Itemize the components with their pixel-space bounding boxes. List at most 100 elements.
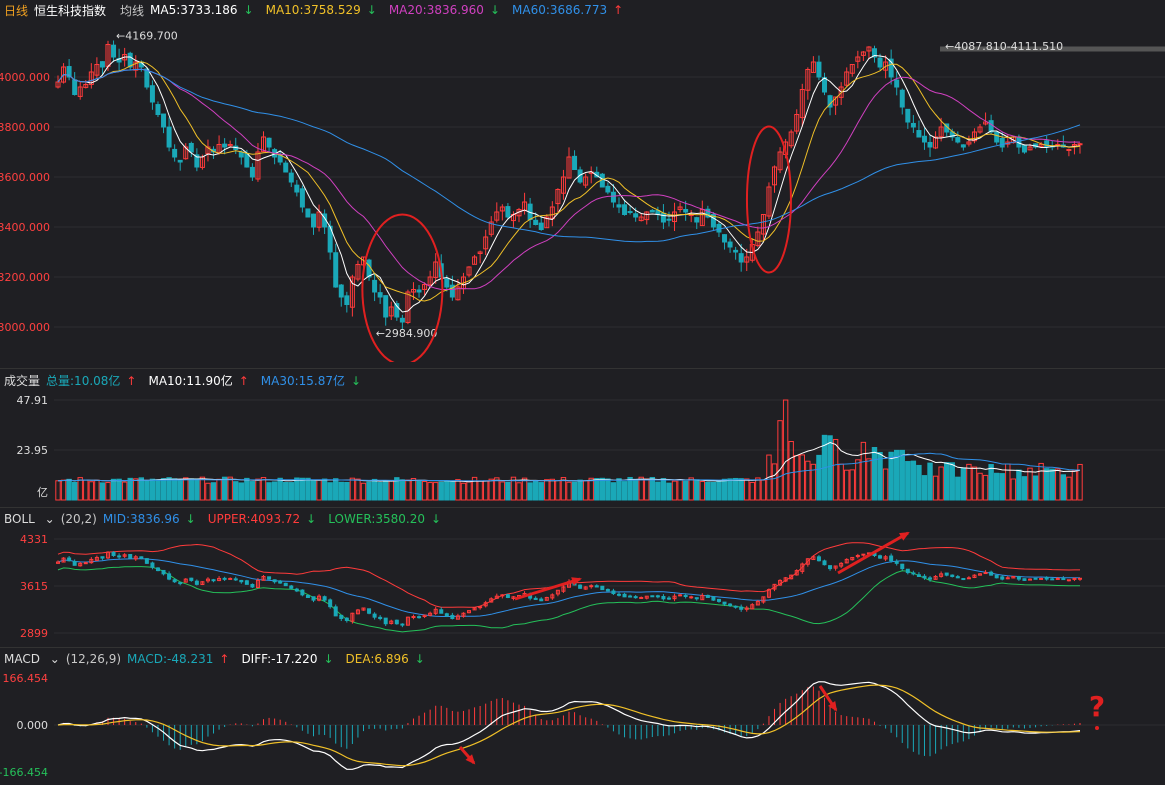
- volume-bar: [966, 463, 972, 501]
- volume-bar: [444, 480, 450, 501]
- volume-bar: [360, 482, 367, 501]
- boll-candle-body: [539, 598, 544, 602]
- macd-title[interactable]: MACD ⌄: [4, 652, 60, 666]
- boll-candle-body: [478, 606, 483, 609]
- volume-bar: [405, 479, 411, 501]
- volume-bar: [505, 481, 511, 501]
- candlestick-chart[interactable]: 4000.000 3800.000 3600.000 3400.000 3200.000…: [0, 22, 1165, 362]
- volume-bar: [88, 481, 95, 501]
- boll-candle-body: [705, 594, 710, 598]
- boll-candle-body: [383, 617, 388, 625]
- ma10-value: MA10:3758.529 ↓: [265, 3, 377, 17]
- volume-header: 成交量 总量:10.08亿 ↑ MA10:11.90亿 ↑ MA30:15.87亿 ↓: [0, 370, 1165, 390]
- volume-bar: [327, 482, 333, 501]
- y-tick-label: 3000.000: [0, 321, 50, 334]
- candle-body: [333, 252, 339, 288]
- candle-body: [605, 185, 611, 193]
- candle-body: [572, 155, 578, 170]
- boll-candle-body: [417, 616, 422, 619]
- volume-bar: [699, 480, 706, 501]
- macd-chart[interactable]: 166.454 0.000 -166.454?: [0, 670, 1165, 780]
- boll-chart[interactable]: 4331 3615 2899: [0, 531, 1165, 641]
- boll-candle-body: [722, 601, 727, 605]
- boll-candle-body: [289, 585, 294, 589]
- boll-candle-body: [716, 598, 721, 602]
- boll-candle-body: [628, 595, 633, 598]
- volume-bar: [794, 455, 800, 501]
- boll-candle-body: [300, 589, 305, 596]
- volume-bar: [477, 480, 483, 501]
- low-annotation: ←2984.900: [376, 327, 438, 340]
- volume-bar: [771, 463, 778, 501]
- candle-body: [916, 130, 922, 138]
- volume-bar: [371, 478, 378, 501]
- volume-bar: [377, 482, 383, 501]
- volume-bar: [577, 479, 583, 501]
- volume-bar: [905, 461, 911, 501]
- period-label[interactable]: 日线: [4, 2, 28, 19]
- boll-upper-line: [57, 542, 1080, 608]
- volume-title[interactable]: 成交量: [4, 372, 40, 389]
- boll-candle-body: [1055, 577, 1060, 580]
- volume-bar: [205, 482, 211, 501]
- boll-candle-body: [444, 613, 449, 617]
- candle-body: [649, 209, 655, 213]
- boll-candle-body: [666, 597, 671, 600]
- ma5-value: MA5:3733.186 ↓: [150, 3, 254, 17]
- boll-candle-body: [650, 595, 655, 598]
- boll-candle-body: [305, 594, 310, 598]
- boll-candle-body: [905, 568, 910, 574]
- boll-candle-body: [117, 555, 122, 558]
- candle-body: [372, 279, 378, 293]
- boll-candle-body: [828, 565, 833, 570]
- candle-body: [294, 184, 300, 193]
- volume-bar: [982, 474, 989, 501]
- ma-label[interactable]: 均线: [120, 2, 144, 19]
- volume-bar: [160, 478, 167, 501]
- volume-bar: [116, 478, 122, 501]
- volume-bar: [755, 477, 761, 501]
- y-tick-label: 0.000: [17, 719, 49, 732]
- boll-candle-body: [711, 596, 716, 601]
- volume-bar: [1032, 475, 1039, 501]
- boll-candle-body: [733, 605, 738, 608]
- boll-candle-body: [983, 572, 988, 575]
- boll-candle-body: [922, 575, 927, 579]
- candle-body: [149, 85, 155, 103]
- boll-candle-body: [328, 599, 333, 608]
- candle-body: [927, 141, 933, 148]
- boll-candle-body: [239, 579, 244, 583]
- boll-candle-body: [211, 579, 216, 582]
- volume-bar: [94, 479, 100, 501]
- candle-body: [505, 206, 511, 218]
- volume-bar: [738, 478, 744, 501]
- volume-bar: [932, 475, 939, 501]
- boll-candle-body: [1028, 578, 1033, 581]
- boll-candle-body: [916, 574, 921, 577]
- volume-chart[interactable]: 47.91 23.95 亿: [0, 392, 1165, 502]
- boll-candle-body: [283, 582, 288, 587]
- volume-bar: [366, 481, 372, 501]
- volume-bar: [171, 478, 178, 501]
- volume-bar: [799, 454, 805, 501]
- volume-bar: [1027, 467, 1033, 501]
- volume-bar: [621, 481, 628, 501]
- boll-candle-body: [72, 560, 77, 566]
- y-tick-label: 4331: [20, 533, 48, 546]
- boll-candle-body: [961, 578, 966, 581]
- volume-bar: [455, 479, 461, 501]
- candle-body: [960, 144, 966, 148]
- volume-bar: [127, 477, 133, 501]
- volume-bar: [271, 481, 278, 501]
- candle-body: [683, 208, 689, 213]
- volume-bar: [660, 478, 667, 501]
- boll-candle-body: [111, 551, 116, 556]
- boll-candle-body: [878, 555, 883, 559]
- volume-bar: [233, 481, 239, 501]
- candle-body: [877, 57, 883, 68]
- boll-candle-body: [139, 556, 144, 559]
- candle-body: [822, 77, 827, 93]
- volume-bar: [538, 482, 544, 501]
- boll-title[interactable]: BOLL ⌄: [4, 512, 55, 526]
- candle-body: [1021, 144, 1027, 153]
